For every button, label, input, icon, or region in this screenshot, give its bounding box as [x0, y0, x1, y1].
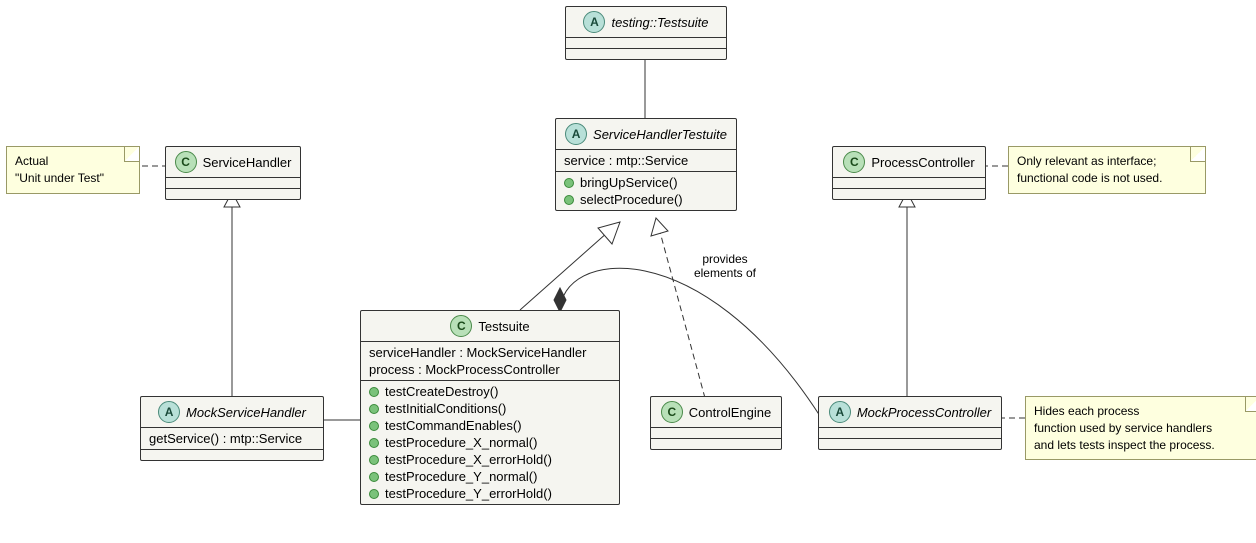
abstract-icon: A	[583, 11, 605, 33]
class-icon: C	[661, 401, 683, 423]
class-title: MockServiceHandler	[186, 405, 306, 420]
method: bringUpService()	[580, 175, 678, 190]
class-icon: C	[450, 315, 472, 337]
note-process-controller: Only relevant as interface; functional c…	[1008, 146, 1206, 194]
class-title: ControlEngine	[689, 405, 771, 420]
class-icon: C	[843, 151, 865, 173]
edge-label-provides: provides elements of	[680, 252, 770, 280]
class-title: MockProcessController	[857, 405, 991, 420]
method: testCreateDestroy()	[385, 384, 498, 399]
class-mock-process-controller: A MockProcessController	[818, 396, 1002, 450]
method: testProcedure_Y_normal()	[385, 469, 537, 484]
class-mock-service-handler: A MockServiceHandler getService() : mtp:…	[140, 396, 324, 461]
attr: process : MockProcessController	[369, 362, 560, 377]
visibility-icon	[369, 455, 379, 465]
class-icon: C	[175, 151, 197, 173]
class-control-engine: C ControlEngine	[650, 396, 782, 450]
abstract-icon: A	[829, 401, 851, 423]
class-title: ServiceHandlerTestuite	[593, 127, 727, 142]
attr: serviceHandler : MockServiceHandler	[369, 345, 586, 360]
visibility-icon	[369, 489, 379, 499]
attr: service : mtp::Service	[564, 153, 688, 168]
abstract-icon: A	[158, 401, 180, 423]
visibility-icon	[564, 178, 574, 188]
attr: getService() : mtp::Service	[149, 431, 302, 446]
class-testsuite: C Testsuite serviceHandler : MockService…	[360, 310, 620, 505]
visibility-icon	[369, 387, 379, 397]
visibility-icon	[369, 404, 379, 414]
visibility-icon	[369, 421, 379, 431]
class-testing-testsuite: A testing::Testsuite	[565, 6, 727, 60]
visibility-icon	[564, 195, 574, 205]
class-title: testing::Testsuite	[611, 15, 708, 30]
class-service-handler-testsuite: A ServiceHandlerTestuite service : mtp::…	[555, 118, 737, 211]
class-process-controller: C ProcessController	[832, 146, 986, 200]
method: selectProcedure()	[580, 192, 683, 207]
visibility-icon	[369, 438, 379, 448]
note-unit-under-test: Actual "Unit under Test"	[6, 146, 140, 194]
note-mock-process-controller: Hides each process function used by serv…	[1025, 396, 1256, 460]
class-title: ProcessController	[871, 155, 974, 170]
diagram-edges	[0, 0, 1256, 543]
class-service-handler: C ServiceHandler	[165, 146, 301, 200]
class-title: Testsuite	[478, 319, 529, 334]
method: testCommandEnables()	[385, 418, 522, 433]
class-title: ServiceHandler	[203, 155, 292, 170]
method: testInitialConditions()	[385, 401, 506, 416]
method: testProcedure_X_errorHold()	[385, 452, 552, 467]
abstract-icon: A	[565, 123, 587, 145]
visibility-icon	[369, 472, 379, 482]
method: testProcedure_Y_errorHold()	[385, 486, 552, 501]
method: testProcedure_X_normal()	[385, 435, 537, 450]
